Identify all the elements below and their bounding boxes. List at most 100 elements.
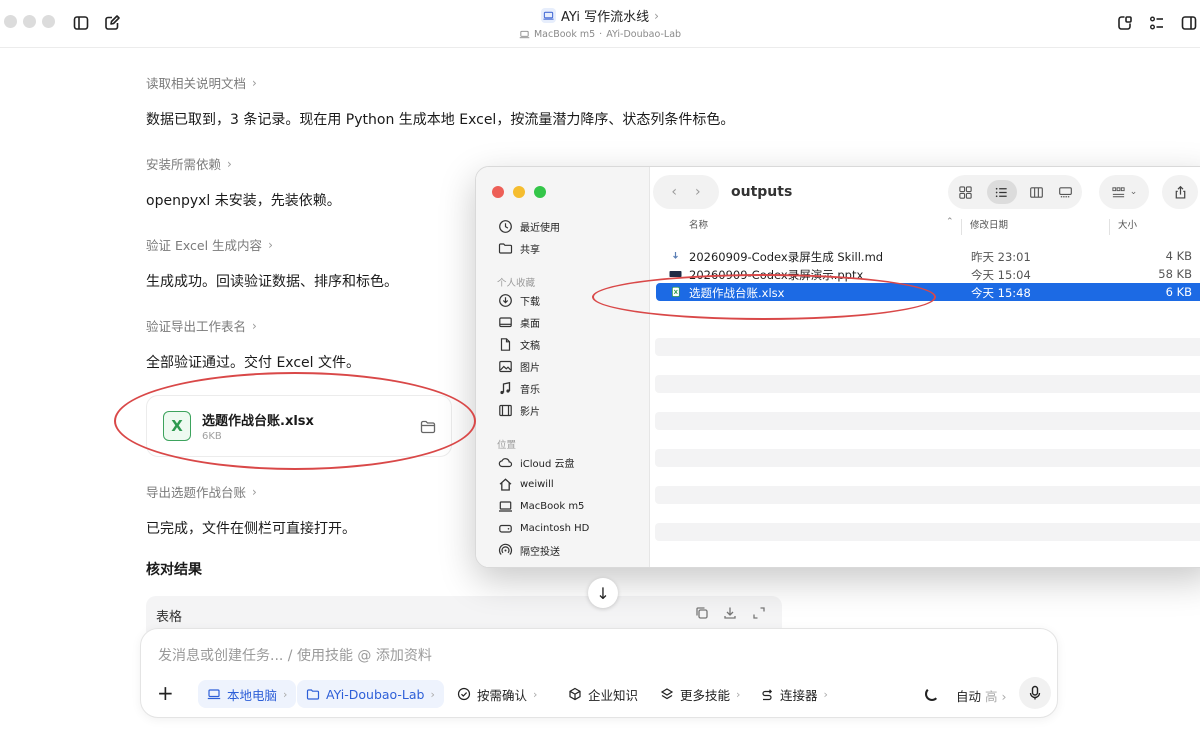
column-view-icon[interactable] [1029, 185, 1044, 200]
file-size: 4 KB [1165, 249, 1192, 263]
share-button[interactable] [1162, 175, 1198, 209]
workspace-chip[interactable]: AYi-Doubao-Lab › [297, 680, 444, 708]
mode-label: 自动 [956, 689, 982, 704]
assistant-message: 已完成，文件在侧栏可直接打开。 [146, 521, 356, 537]
icon-view-icon[interactable] [958, 185, 973, 200]
sidebar-item-label: iCloud 云盘 [520, 459, 575, 470]
download-icon[interactable] [722, 605, 738, 621]
expand-icon[interactable] [751, 605, 767, 621]
sidebar-item-music[interactable]: 音乐 [498, 381, 540, 396]
assistant-message: openpyxl 未安装，先装依赖。 [146, 193, 341, 209]
add-attachment-button[interactable]: + [157, 681, 174, 705]
excel-file-icon [672, 286, 680, 297]
sort-chevron-up-icon[interactable]: ⌃ [946, 217, 954, 239]
mode-selector[interactable]: 自动 高 › [956, 686, 1007, 705]
local-computer-chip[interactable]: 本地电脑 › [198, 680, 297, 708]
connectors-chip[interactable]: 连接器 › [751, 680, 837, 708]
file-row-selected[interactable]: 选题作战台账.xlsx 今天 15:48 6 KB [656, 283, 1200, 301]
finder-window[interactable]: 最近使用 共享 个人收藏 下载 桌面 文稿 图片 音乐 影片 位置 iCloud… [475, 166, 1200, 568]
laptop-icon [499, 501, 512, 512]
markdown-file-icon [673, 252, 678, 259]
clock-icon [499, 220, 512, 233]
step-install-deps[interactable]: 安装所需依赖 › [146, 154, 232, 173]
chevron-right-icon: › [736, 687, 741, 701]
open-folder-icon[interactable] [419, 418, 437, 436]
chip-label: 更多技能 [680, 687, 731, 703]
step-read-docs[interactable]: 读取相关说明文档 › [146, 73, 257, 92]
confirm-mode-chip[interactable]: 按需确认 › [448, 680, 546, 708]
sidebar-item-airdrop[interactable]: 隔空投送 [498, 543, 560, 558]
sidebar-item-documents[interactable]: 文稿 [498, 337, 540, 352]
file-size: 6 KB [1165, 285, 1192, 299]
sidebar-item-label: 共享 [520, 245, 540, 256]
column-header-size[interactable]: 大小 [1118, 217, 1137, 239]
step-label: 验证导出工作表名 [146, 319, 247, 334]
connector-icon [762, 689, 773, 701]
sidebar-item-label: 文稿 [520, 341, 540, 352]
group-by-button[interactable]: ⌄ [1099, 175, 1149, 209]
chip-label: 连接器 [780, 687, 818, 703]
right-sidebar-icon[interactable] [1178, 12, 1200, 34]
file-row[interactable]: 20260909-Codex录屏演示.pptx 今天 15:04 58 KB [656, 265, 1200, 283]
sidebar-item-shared[interactable]: 共享 [498, 241, 540, 256]
column-header-date[interactable]: 修改日期 [970, 217, 1008, 239]
finder-close-button[interactable] [492, 186, 504, 198]
task-list-icon[interactable] [1146, 12, 1168, 34]
sidebar-item-downloads[interactable]: 下载 [498, 293, 540, 308]
chevron-right-icon: › [1001, 689, 1007, 704]
chip-label: 按需确认 [477, 687, 528, 703]
sidebar-item-icloud[interactable]: iCloud 云盘 [498, 455, 575, 470]
column-divider [961, 219, 962, 235]
sidebar-item-macbook[interactable]: MacBook m5 [498, 499, 584, 514]
scroll-to-bottom-button[interactable]: ↓ [588, 578, 618, 608]
assistant-message: 全部验证通过。交付 Excel 文件。 [146, 355, 360, 371]
attachment-card[interactable]: X 选题作战台账.xlsx 6KB [146, 395, 452, 457]
copy-icon[interactable] [694, 605, 710, 621]
knowledge-chip[interactable]: 企业知识 [559, 680, 647, 708]
attachment-name: 选题作战台账.xlsx [202, 414, 314, 429]
message-composer[interactable]: 发消息或创建任务... / 使用技能 @ 添加资料 + 本地电脑 › AYi-Do… [140, 628, 1058, 718]
finder-zoom-button[interactable] [534, 186, 546, 198]
separator-dot: · [599, 29, 603, 40]
finder-minimize-button[interactable] [513, 186, 525, 198]
step-verify-excel[interactable]: 验证 Excel 生成内容 › [146, 235, 273, 254]
composer-input[interactable]: 发消息或创建任务... / 使用技能 @ 添加资料 [158, 645, 432, 665]
sidebar-item-macintosh-hd[interactable]: Macintosh HD [498, 521, 589, 536]
chip-label: AYi-Doubao-Lab [326, 686, 425, 702]
gallery-view-icon[interactable] [1058, 185, 1073, 200]
chevron-right-icon: › [823, 687, 828, 701]
music-note-icon [500, 381, 511, 395]
file-size: 58 KB [1158, 267, 1192, 281]
window-title[interactable]: AYi 写作流水线 › [541, 6, 659, 25]
step-verify-sheet[interactable]: 验证导出工作表名 › [146, 316, 257, 335]
file-row[interactable]: 20260909-Codex录屏生成 Skill.md 昨天 23:01 4 K… [656, 247, 1200, 265]
sidebar-item-label: Macintosh HD [520, 523, 590, 534]
sidebar-item-home[interactable]: weiwill [498, 477, 554, 492]
file-name: 20260909-Codex录屏演示.pptx [689, 268, 864, 282]
sidebar-item-label: 图片 [520, 363, 540, 374]
open-panel-icon[interactable] [1114, 12, 1136, 34]
chevron-right-icon: › [430, 687, 435, 701]
back-arrow-icon[interactable]: ‹ [671, 184, 677, 200]
sidebar-group-favorites: 个人收藏 [497, 278, 536, 289]
sidebar-item-recents[interactable]: 最近使用 [498, 219, 560, 234]
sidebar-item-pictures[interactable]: 图片 [498, 359, 540, 374]
file-name: 选题作战台账.xlsx [689, 286, 785, 300]
file-name: 20260909-Codex录屏生成 Skill.md [689, 250, 884, 264]
step-export[interactable]: 导出选题作战台账 › [146, 482, 257, 501]
share-icon [1175, 185, 1185, 199]
sidebar-item-desktop[interactable]: 桌面 [498, 315, 540, 330]
column-header-name[interactable]: 名称 [689, 217, 708, 239]
group-grid-icon [1112, 186, 1125, 197]
sidebar-item-movies[interactable]: 影片 [498, 403, 540, 418]
empty-row [655, 338, 1200, 356]
view-mode-switcher[interactable] [948, 175, 1082, 209]
back-forward-control[interactable]: ‹ › [653, 175, 719, 209]
chip-label: 本地电脑 [227, 687, 278, 703]
microphone-button[interactable] [1019, 677, 1051, 709]
film-icon [499, 404, 512, 417]
list-view-button[interactable] [986, 180, 1017, 204]
window-subtitle: MacBook m5 · AYi-Doubao-Lab [519, 29, 681, 40]
more-skills-chip[interactable]: 更多技能 › [651, 680, 749, 708]
forward-arrow-icon[interactable]: › [695, 184, 701, 200]
